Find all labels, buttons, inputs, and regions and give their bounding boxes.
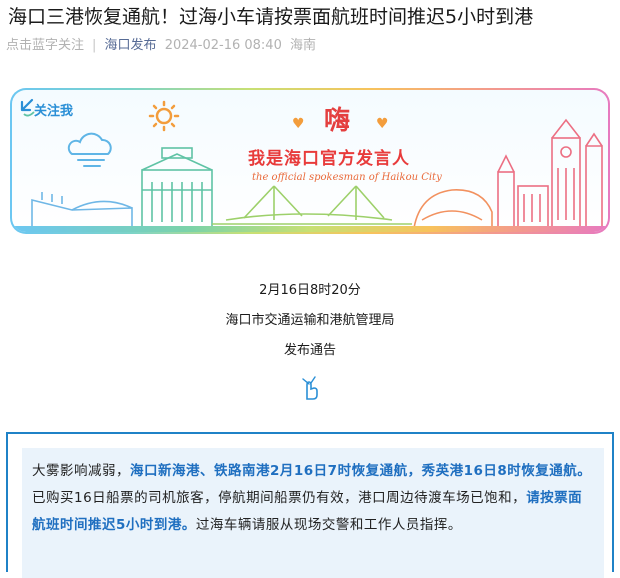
cloud-icon <box>67 132 112 167</box>
heart-icon: ♥ <box>376 116 389 132</box>
announcement-type: 发布通告 <box>283 343 336 358</box>
notice-text: 大雾影响减弱，海口新海港、铁路南港2月16日7时恢复通航，秀英港16日8时恢复通… <box>32 458 594 539</box>
follow-me-label[interactable]: 关注我 <box>34 100 73 119</box>
heart-icon: ♥ <box>292 116 305 132</box>
banner-hi: 嗨 <box>324 106 351 136</box>
sun-icon <box>148 100 180 132</box>
account-name-link[interactable]: 海口发布 <box>105 38 157 53</box>
announcement-issuer: 海口市交通运输和港航管理局 <box>225 313 395 328</box>
banner-slogan-english: the official spokesman of Haikou City <box>252 172 442 183</box>
follow-hint[interactable]: 点击蓝字关注 <box>6 38 84 53</box>
article-title: 海口三港恢复通航！过海小车请按票面航班时间推迟5小时到港 <box>8 6 534 28</box>
announcement-time: 2月16日8时20分 <box>259 283 361 298</box>
notice-text-part: 已购买16日船票的司机旅客，停航期间船票仍有效，港口周边待渡车场已饱和， <box>32 490 527 506</box>
notice-text-part: 过海车辆请服从现场交警和工作人员指挥。 <box>195 517 462 533</box>
header-banner[interactable]: 关注我 ♥ ♥ 嗨 我是海口官方发言人 the official spokesm… <box>10 88 610 234</box>
article-meta: 点击蓝字关注 | 海口发布 2024-02-16 08:40 海南 <box>6 37 320 55</box>
notice-highlight-reopen: 海口新海港、铁路南港2月16日7时恢复通航，秀英港16日8时恢复通航。 <box>130 463 592 479</box>
notice-box: 大雾影响减弱，海口新海港、铁路南港2月16日7时恢复通航，秀英港16日8时恢复通… <box>6 432 614 578</box>
pointing-hand-icon <box>302 376 318 400</box>
publish-location: 海南 <box>290 38 317 53</box>
banner-slogan: 我是海口官方发言人 <box>248 149 410 169</box>
publish-datetime: 2024-02-16 08:40 <box>164 38 282 53</box>
notice-text-part: 大雾影响减弱， <box>32 463 130 479</box>
meta-separator: | <box>92 38 97 53</box>
